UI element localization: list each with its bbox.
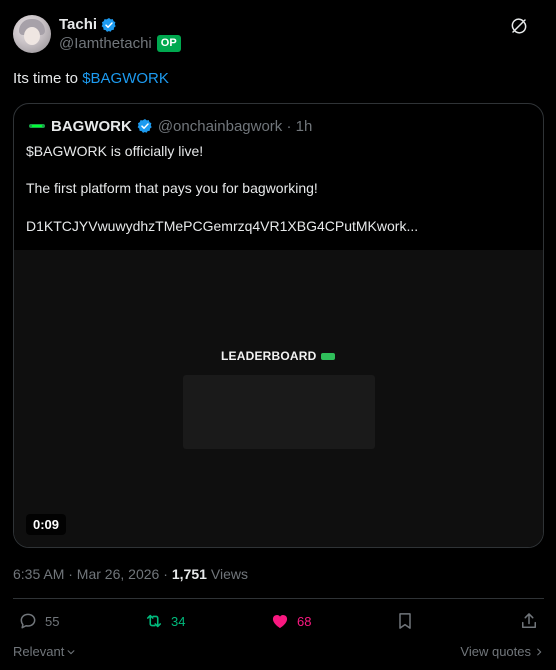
quoted-text-line: $BAGWORK is officially live! bbox=[26, 143, 204, 159]
divider bbox=[13, 598, 544, 599]
share-icon bbox=[522, 613, 536, 628]
sort-label: Relevant bbox=[13, 644, 65, 659]
view-quotes-label: View quotes bbox=[460, 644, 531, 659]
like-button[interactable]: 68 bbox=[270, 611, 311, 631]
author-handle-row: @Iamthetachi OP bbox=[59, 35, 181, 52]
repost-icon bbox=[146, 614, 162, 628]
chevron-down-icon bbox=[67, 649, 75, 654]
avatar-face bbox=[24, 27, 40, 45]
timestamp[interactable]: 6:35 AM · Mar 26, 2026 · bbox=[13, 566, 168, 582]
op-badge: OP bbox=[156, 35, 181, 52]
grok-icon[interactable] bbox=[510, 17, 528, 35]
leaderboard-panel bbox=[183, 375, 375, 449]
quoted-tweet[interactable]: BAGWORK @onchainbagwork · 1h $BAGWORK is… bbox=[13, 103, 544, 548]
tweet-header: Tachi @Iamthetachi OP bbox=[13, 14, 543, 56]
sort-dropdown[interactable]: Relevant bbox=[13, 644, 76, 659]
leaderboard-chip bbox=[320, 352, 335, 360]
author-name[interactable]: Tachi bbox=[59, 16, 97, 33]
chevron-right-icon bbox=[537, 648, 542, 655]
view-quotes-link[interactable]: View quotes bbox=[460, 644, 544, 659]
reply-button[interactable]: 55 bbox=[18, 611, 59, 631]
author-name-row: Tachi bbox=[59, 16, 117, 33]
quoted-handle-time: @onchainbagwork · 1h bbox=[157, 117, 313, 135]
repost-count: 34 bbox=[171, 613, 186, 629]
reply-icon bbox=[20, 613, 36, 629]
cashtag-link[interactable]: $BAGWORK bbox=[82, 70, 169, 87]
views-label: Views bbox=[210, 566, 248, 582]
quoted-tweet-header: BAGWORK @onchainbagwork · 1h bbox=[28, 117, 312, 135]
reply-count: 55 bbox=[45, 613, 60, 629]
author-handle[interactable]: @Iamthetachi bbox=[59, 35, 152, 52]
quoted-author-name: BAGWORK bbox=[51, 117, 132, 135]
bagwork-logo-icon bbox=[28, 117, 46, 135]
bookmark-icon bbox=[399, 613, 411, 629]
video-title: LEADERBOARD bbox=[221, 349, 335, 363]
heart-icon bbox=[272, 615, 288, 629]
action-bar: 55 34 68 bbox=[13, 611, 544, 633]
video-player[interactable]: LEADERBOARD 0:09 bbox=[14, 250, 543, 547]
tweet-text-prefix: Its time to bbox=[13, 70, 83, 87]
like-count: 68 bbox=[297, 613, 312, 629]
repost-button[interactable]: 34 bbox=[144, 611, 185, 631]
share-button[interactable] bbox=[519, 611, 539, 631]
tweet-meta: 6:35 AM · Mar 26, 2026 · 1,751 Views bbox=[13, 566, 248, 582]
quoted-text-line: D1KTCJYVwuwydhzTMePCGemrzq4VR1XBG4CPutMK… bbox=[26, 218, 419, 234]
bookmark-button[interactable] bbox=[395, 611, 415, 631]
verified-badge-icon bbox=[137, 119, 152, 133]
views-count: 1,751 bbox=[171, 566, 207, 582]
leaderboard-title: LEADERBOARD bbox=[221, 349, 317, 363]
avatar[interactable] bbox=[13, 15, 51, 53]
video-duration: 0:09 bbox=[26, 514, 67, 535]
quoted-text-line: The first platform that pays you for bag… bbox=[26, 180, 318, 196]
verified-badge-icon bbox=[101, 17, 116, 32]
tweet-text: Its time to $BAGWORK bbox=[13, 70, 169, 87]
